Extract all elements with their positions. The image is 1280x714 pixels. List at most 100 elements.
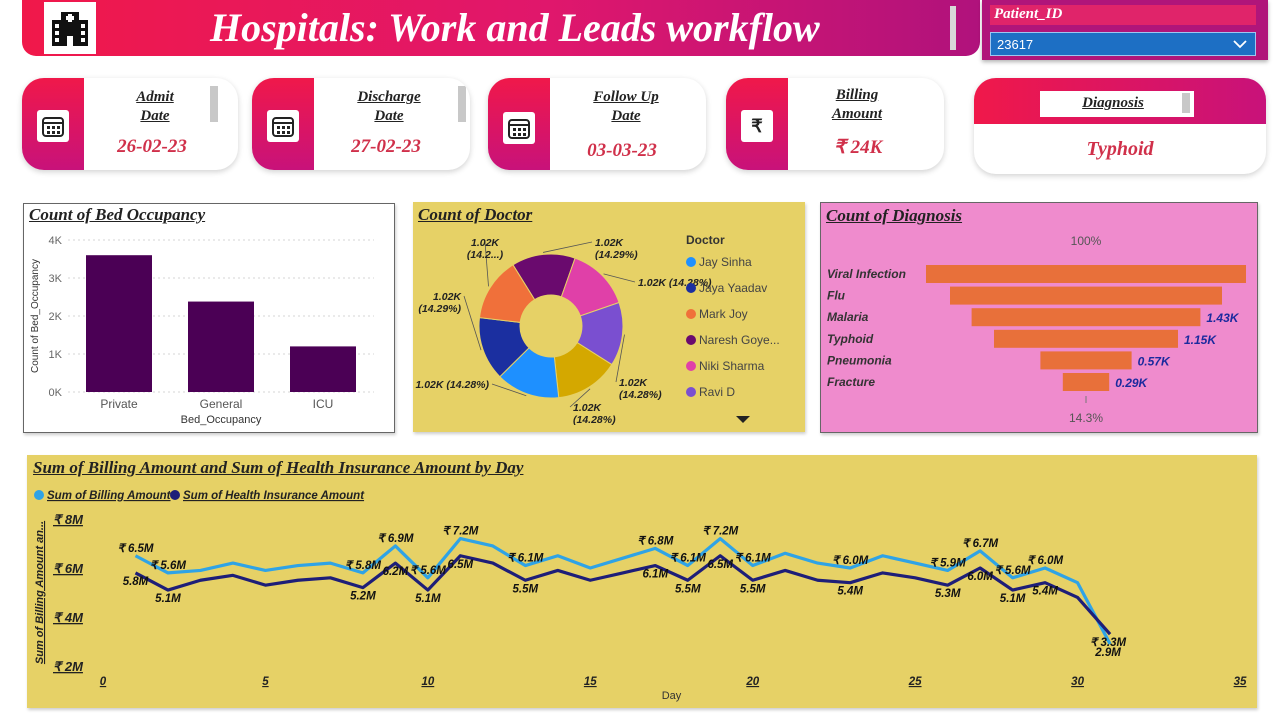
chevron-down-icon[interactable] (1233, 39, 1247, 49)
calendar-icon (503, 112, 535, 144)
header-banner: Hospitals: Work and Leads workflow (22, 0, 980, 56)
data-label: 6.5M (707, 559, 733, 571)
data-label: 0.29K (1115, 376, 1148, 390)
data-label: 6.2M (383, 566, 409, 578)
data-label: 5.5M (675, 583, 701, 595)
bed-occupancy-panel: Count of Bed Occupancy 0K 1K 2K 3K 4K Private… (23, 203, 395, 433)
legend-title: Doctor (686, 233, 725, 247)
data-label: (14.28%) (619, 389, 662, 401)
data-label: 5.1M (415, 593, 441, 605)
data-label: (14.2...) (467, 249, 504, 261)
legend-item: Mark Joy (699, 307, 748, 321)
x-tick-label: 25 (908, 676, 922, 688)
x-tick-label: General (200, 397, 243, 411)
x-tick-label: ICU (313, 397, 334, 411)
legend-swatch (170, 490, 180, 500)
x-tick-label: 35 (1234, 676, 1247, 688)
data-label: 1.02K (573, 402, 602, 414)
calendar-icon (37, 110, 69, 142)
data-label: 5.3M (935, 588, 961, 600)
diagnosis-label-box: Diagnosis (1040, 91, 1194, 117)
kpi-label: Discharge Date (357, 89, 421, 124)
data-label: 5.8M (123, 576, 149, 588)
x-tick-label: Private (100, 397, 138, 411)
category-label: Flu (827, 289, 846, 303)
funnel-bottom-label: 14.3% (1069, 411, 1103, 425)
bar (86, 255, 152, 392)
rupee-icon: ₹ (741, 110, 773, 142)
legend-item: Naresh Goye... (699, 333, 780, 347)
leader-line (463, 295, 482, 351)
diagnosis-label: Diagnosis (1082, 95, 1144, 111)
leader-line (603, 273, 636, 283)
data-label: ₹ 6.8M (637, 535, 673, 547)
scrollbar[interactable] (210, 86, 218, 122)
category-label: Malaria (827, 310, 869, 324)
data-label: ₹ 6.0M (1027, 555, 1063, 567)
data-label: (14.28%) (573, 414, 616, 426)
category-label: Fracture (827, 375, 875, 389)
legend-swatch (686, 361, 696, 371)
doctor-chart: 1.02K(14.29%)1.02K (14.28%)1.02K(14.28%)… (415, 233, 780, 426)
legend-item: Jay Sinha (699, 255, 752, 269)
diagnosis-panel: Count of Diagnosis 100% Viral Infection Fl… (820, 202, 1258, 433)
y-tick-label: ₹ 2M (53, 659, 84, 674)
data-label: 1.02K (619, 377, 648, 389)
legend-item: Sum of Billing Amount (47, 490, 172, 502)
kpi-follow-up-date: Follow Up Date 03-03-23 (488, 78, 706, 170)
series-line (134, 536, 1112, 645)
data-label: 5.4M (837, 586, 863, 598)
hospital-icon (52, 12, 88, 46)
y-axis-label: Sum of Billing Amount an... (34, 521, 46, 664)
kpi-label: Billing Amount (831, 87, 883, 122)
doctor-panel: Count of Doctor 1.02K (14.29%) 1.02K (14.2… (413, 202, 805, 432)
category-label: Typhoid (827, 332, 874, 346)
legend-swatch (686, 257, 696, 267)
legend-swatch (34, 490, 44, 500)
calendar-icon (267, 110, 299, 142)
slicer-label: Patient_ID (994, 6, 1063, 22)
data-label: 5.1M (1000, 593, 1026, 605)
x-tick-label: 15 (584, 676, 597, 688)
bed-occupancy-chart: 0K 1K 2K 3K 4K Private General ICU Bed_Occupancy… (30, 235, 374, 426)
diagnosis-card: Diagnosis Typhoid (974, 78, 1266, 174)
x-tick-label: 10 (421, 676, 434, 688)
y-axis-label: Count of Bed_Occupancy (30, 259, 41, 373)
diagnosis-chart: 100% Viral Infection Flu Malaria 1.43K Typhoi… (827, 234, 1246, 425)
patient-id-slicer[interactable]: Patient_ID 23617 (982, 0, 1268, 60)
kpi-label: Follow Up Date (593, 89, 659, 124)
data-label: 5.1M (155, 593, 181, 605)
data-label: ₹ 5.9M (930, 557, 966, 569)
funnel-bar (926, 265, 1246, 283)
bar (290, 346, 356, 392)
y-tick-label: 4K (49, 235, 63, 247)
legend-item: Jaya Yaadav (699, 281, 767, 295)
legend-swatch (686, 283, 696, 293)
billing-panel: Sum of Billing Amount and Sum of Health … (27, 455, 1257, 708)
diagnosis-value: Typhoid (1086, 138, 1154, 160)
kpi-value: 27-02-23 (351, 136, 421, 157)
y-tick-label: 1K (49, 349, 63, 361)
funnel-bar (971, 308, 1201, 327)
slicer-value: 23617 (997, 37, 1034, 52)
data-label: 1.02K (433, 291, 462, 303)
data-label: ₹ 7.2M (442, 526, 478, 538)
scrollbar[interactable] (458, 86, 466, 122)
hospital-logo (44, 2, 96, 54)
x-axis-label: Day (662, 690, 682, 702)
legend-swatch (686, 309, 696, 319)
legend-swatch (686, 335, 696, 345)
data-label: ₹ 6.7M (962, 538, 998, 550)
funnel-bar (1040, 351, 1132, 370)
data-label: 6.1M (642, 569, 668, 581)
x-tick-label: 30 (1071, 676, 1084, 688)
y-tick-label: ₹ 8M (53, 512, 84, 527)
funnel-top-label: 100% (1071, 234, 1102, 248)
slicer-dropdown[interactable]: 23617 (990, 32, 1256, 56)
kpi-admit-date: Admit Date 26-02-23 (22, 78, 238, 170)
y-tick-label: 3K (49, 273, 63, 285)
data-label: (14.29%) (418, 303, 461, 315)
scrollbar[interactable] (1182, 93, 1190, 113)
data-label: 5.2M (350, 591, 376, 603)
header-divider (950, 6, 956, 50)
